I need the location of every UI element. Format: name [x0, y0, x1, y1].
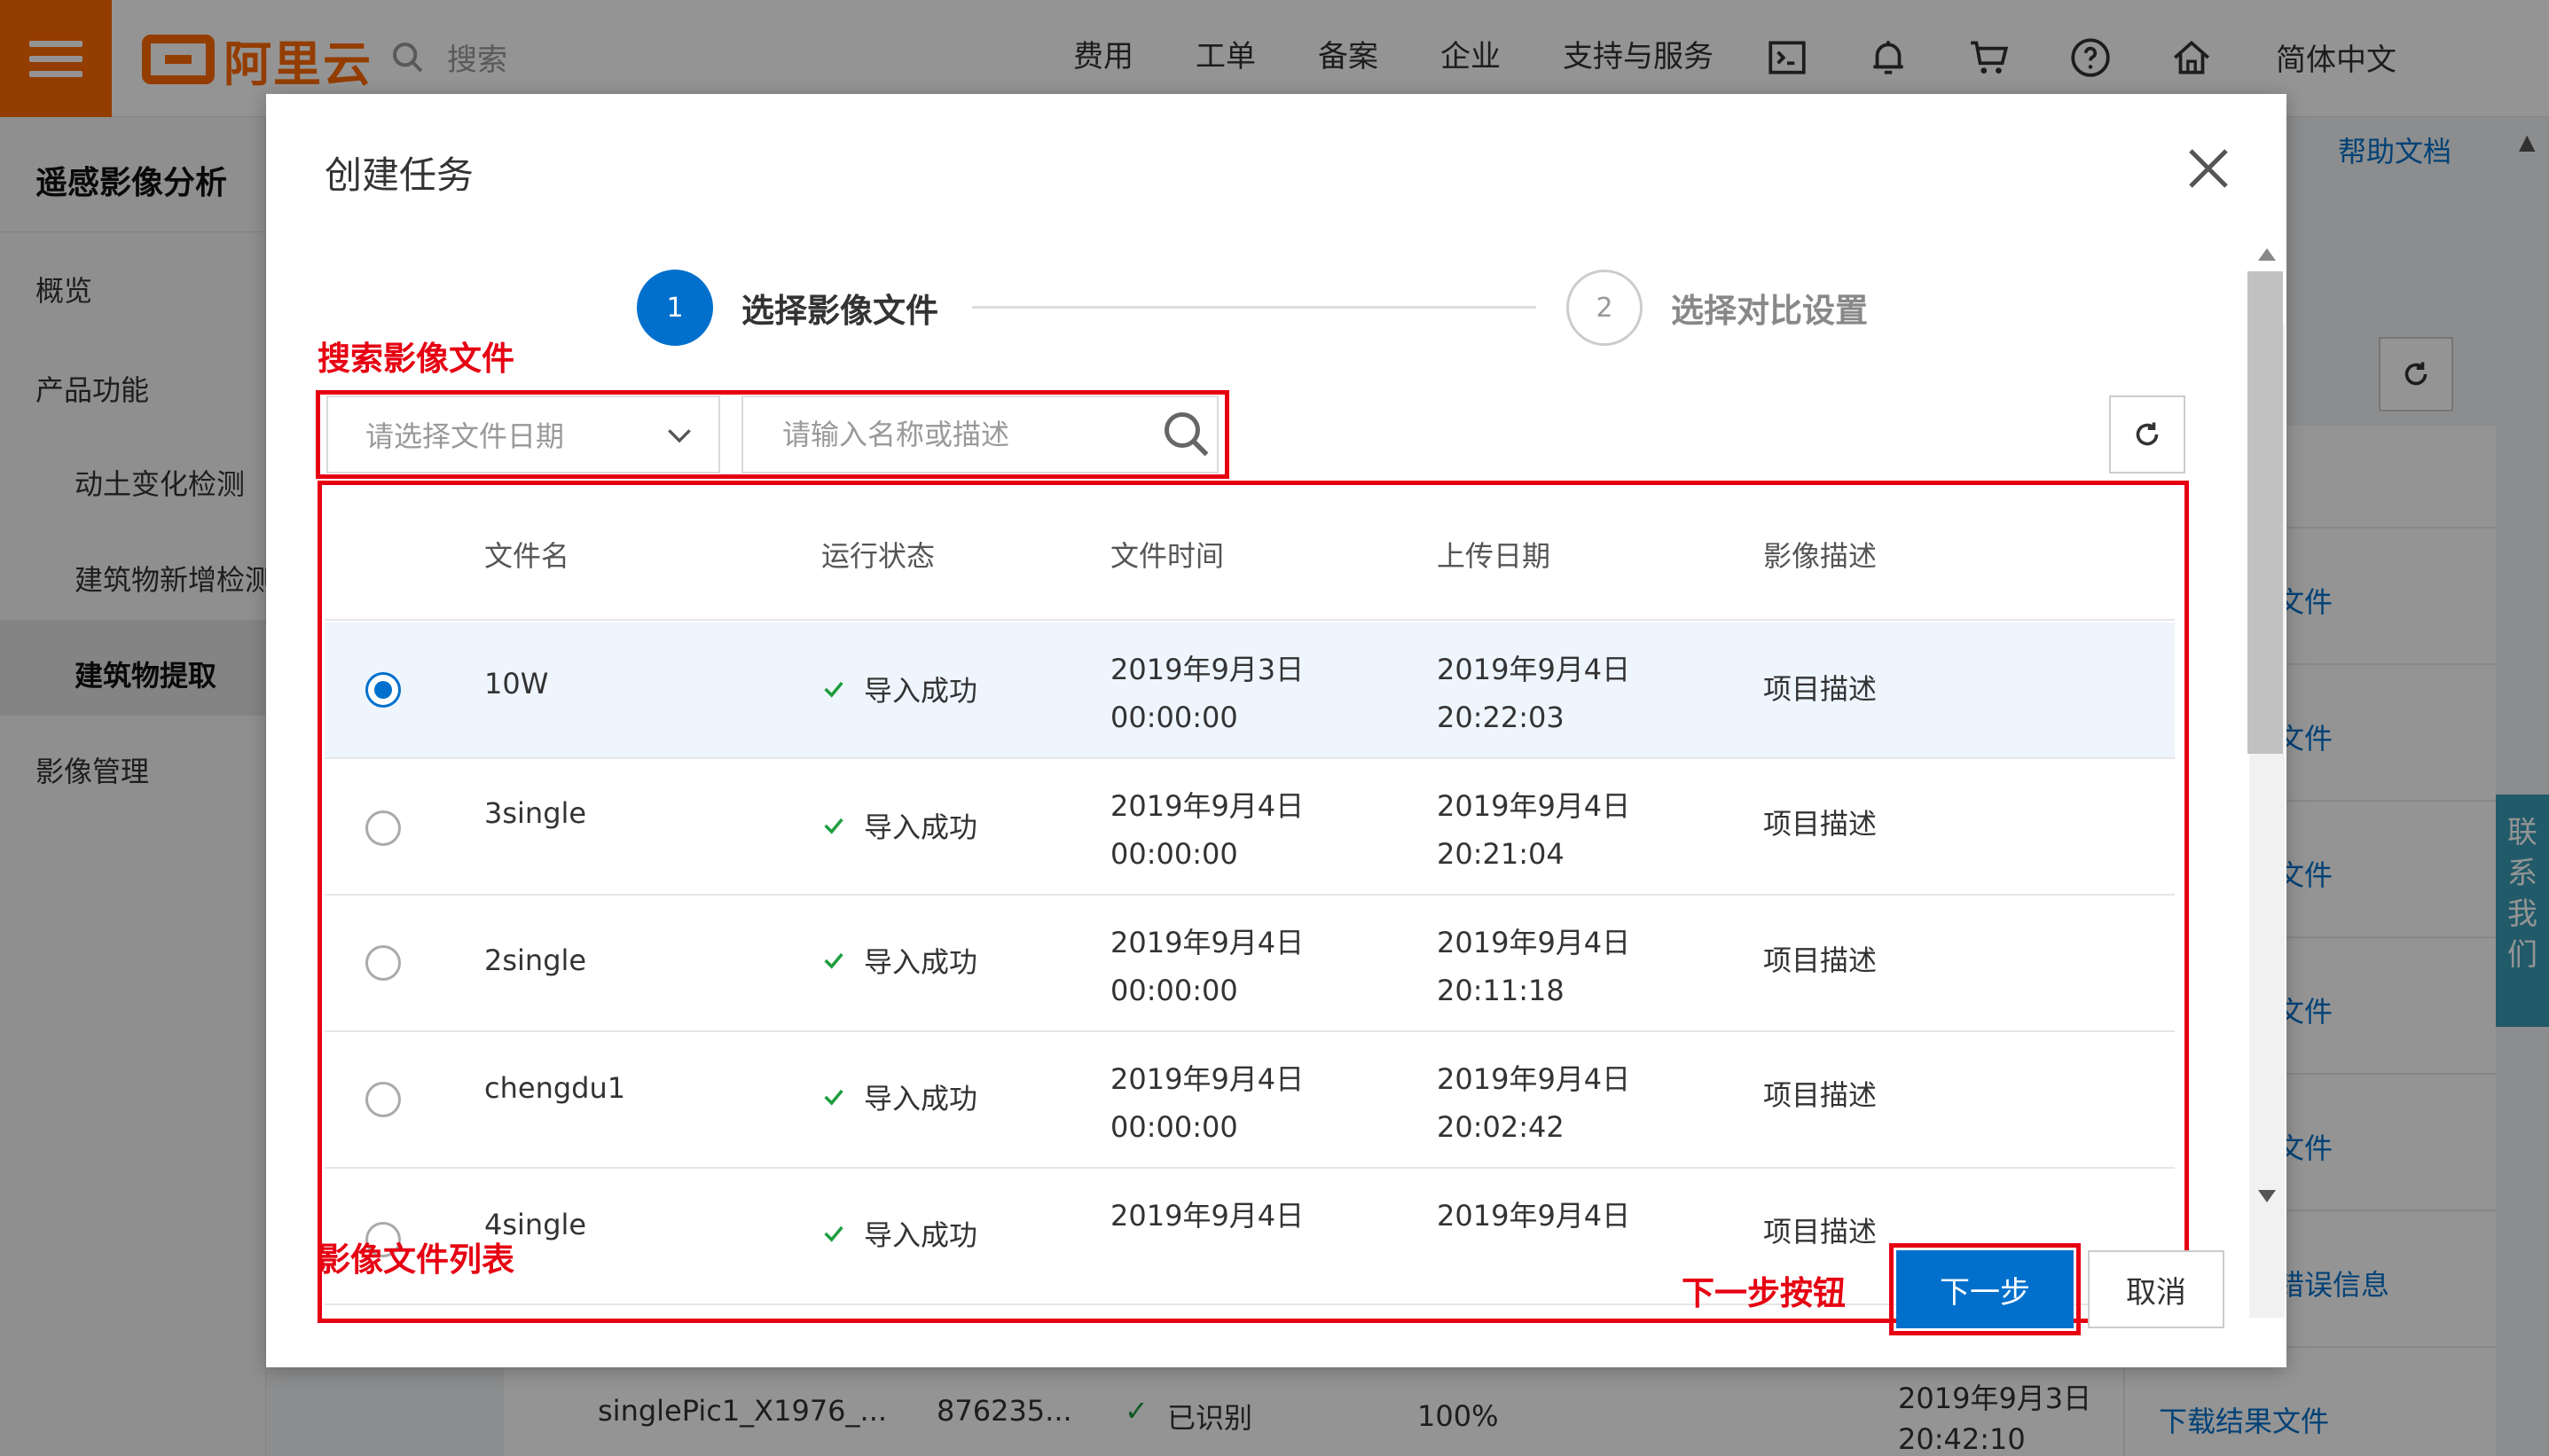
- cancel-button[interactable]: 取消: [2088, 1250, 2224, 1328]
- search-icon[interactable]: [1160, 408, 1213, 461]
- annotation-file-list: 影像文件列表: [318, 1241, 514, 1279]
- step-1-label: 选择影像文件: [741, 292, 938, 330]
- annotation-box-file-list: [318, 481, 2189, 1323]
- step-1: 1 选择影像文件: [637, 270, 938, 346]
- dialog-scroll-thumb[interactable]: [2247, 271, 2283, 754]
- chevron-down-icon: [668, 429, 691, 443]
- step-2-number: 2: [1566, 270, 1643, 346]
- step-2: 2 选择对比设置: [1566, 270, 1868, 346]
- annotation-search-files: 搜索影像文件: [318, 340, 514, 378]
- scroll-down-icon[interactable]: [2258, 1190, 2276, 1202]
- step-1-number: 1: [637, 270, 713, 346]
- scroll-up-icon[interactable]: [2258, 248, 2276, 261]
- name-search-input[interactable]: [741, 395, 1219, 474]
- refresh-icon: [2136, 422, 2159, 446]
- next-button[interactable]: 下一步: [1896, 1250, 2074, 1328]
- annotation-next-button: 下一步按钮: [1682, 1274, 1846, 1312]
- refresh-button[interactable]: [2109, 395, 2185, 474]
- step-connector: [972, 306, 1536, 309]
- create-task-dialog: 创建任务 1 选择影像文件 2 选择对比设置 搜索影像文件 请选择文件日期 文件…: [266, 94, 2286, 1367]
- dialog-title: 创建任务: [325, 153, 475, 197]
- step-2-label: 选择对比设置: [1671, 292, 1868, 330]
- file-date-select[interactable]: 请选择文件日期: [326, 395, 720, 474]
- close-icon[interactable]: [2182, 142, 2235, 195]
- file-date-placeholder: 请选择文件日期: [365, 419, 565, 453]
